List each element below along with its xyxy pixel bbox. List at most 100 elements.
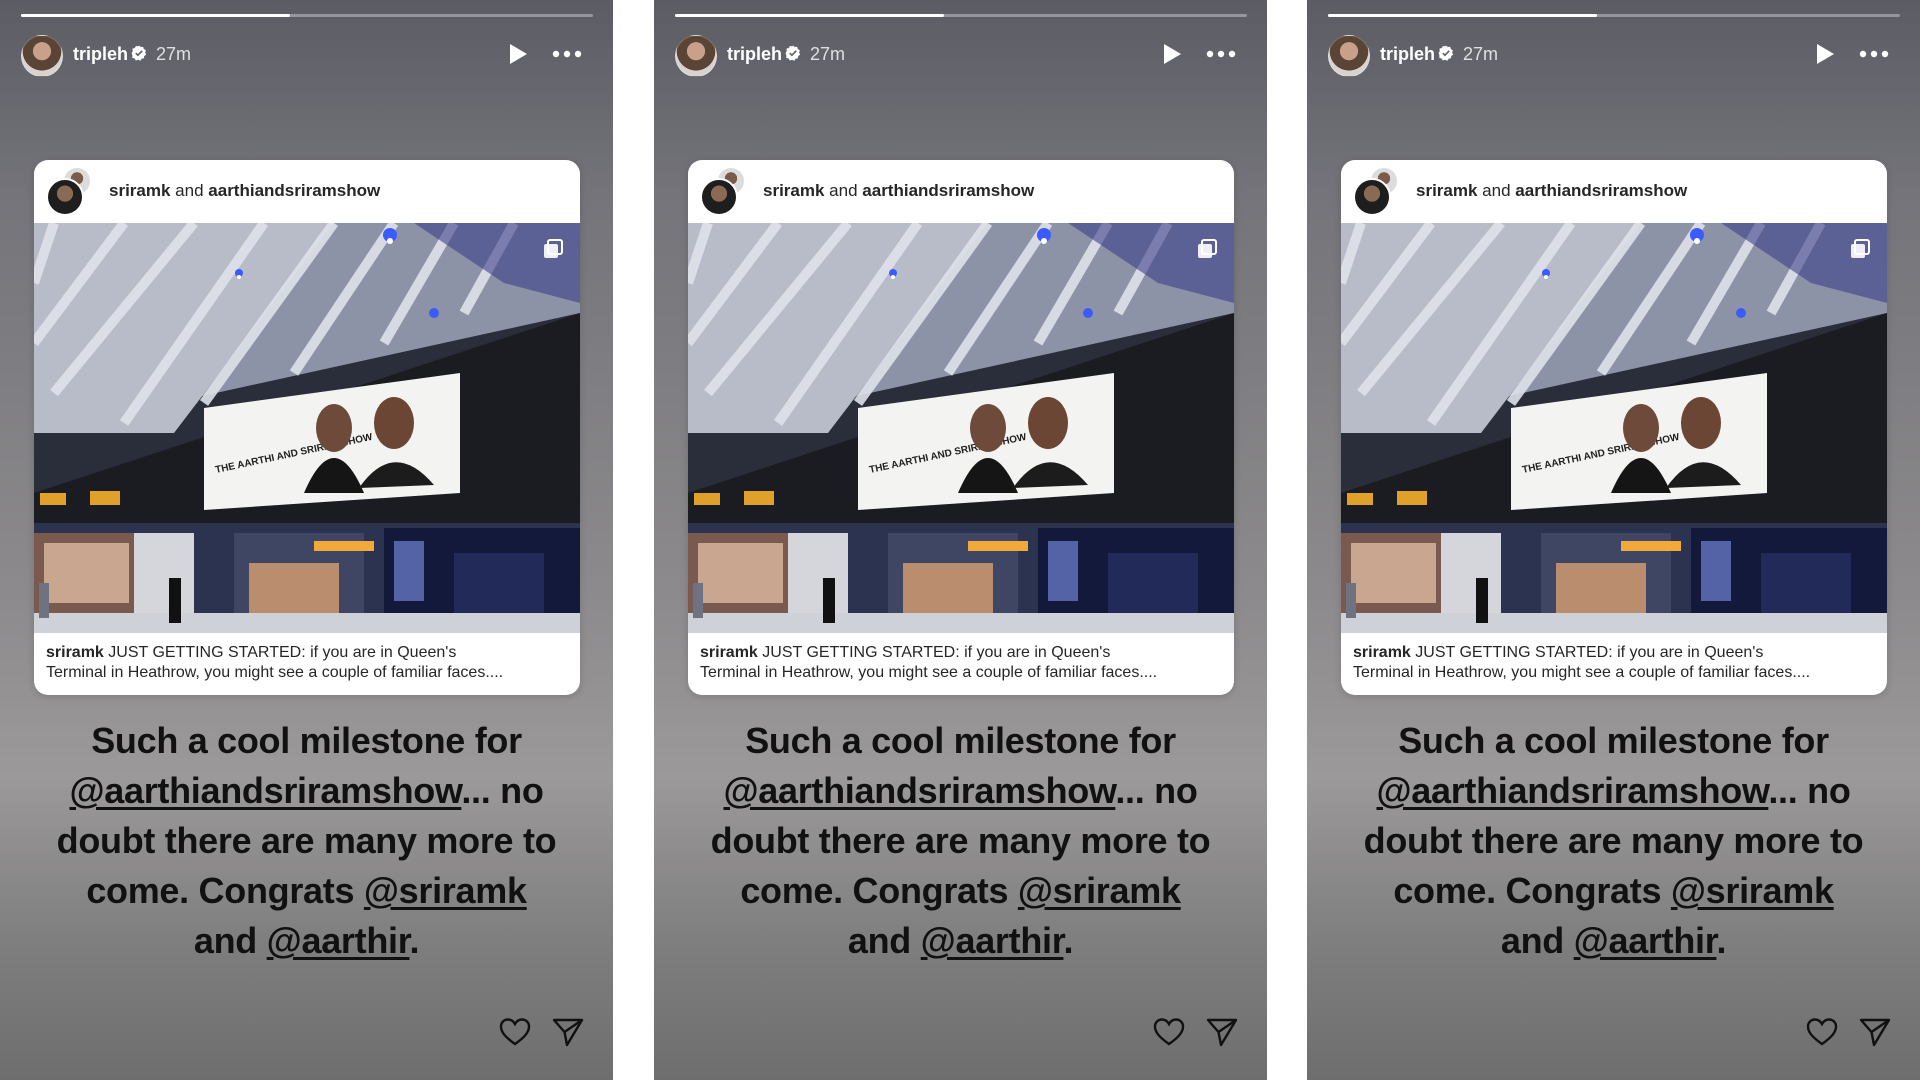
story-text-line-4: come. Congrats [740,870,1018,911]
story-progress-bar [21,14,593,17]
story-text-line-4: come. Congrats [1393,870,1671,911]
send-icon[interactable] [552,1017,584,1047]
story-text: Such a cool milestone for @aarthiandsrir… [20,716,593,966]
play-icon[interactable] [507,42,529,66]
author-joiner: and [1482,181,1511,200]
story-text-end: . [1063,920,1074,961]
story-text-line-2: ... no [1768,770,1851,811]
mention-link[interactable]: @aarthiandsriramshow [69,770,461,811]
caption-line-1: JUST GETTING STARTED: if you are in Quee… [108,644,457,661]
shared-post-authors[interactable]: sriramk and aarthiandsriramshow [763,181,1034,201]
carousel-icon [544,239,563,258]
story-header: tripleh 27m [1328,33,1900,77]
shared-post-caption: sriramk JUST GETTING STARTED: if you are… [700,643,1222,683]
post-time: 27m [156,44,192,64]
author-name: sriramk [109,181,171,200]
shared-post-header: sriramk and aarthiandsriramshow [34,160,580,223]
shared-post-card[interactable]: sriramk and aarthiandsriramshow sriramk … [1341,160,1887,695]
mention-link[interactable]: @aarthiandsriramshow [723,770,1115,811]
story-text-line-1: Such a cool milestone for [91,720,522,761]
author-avatar [1353,178,1391,216]
caption-line-1: JUST GETTING STARTED: if you are in Quee… [762,644,1111,661]
more-options-icon[interactable] [1859,47,1889,61]
shared-post-header: sriramk and aarthiandsriramshow [1341,160,1887,223]
story-text: Such a cool milestone for @aarthiandsrir… [674,716,1247,966]
story-text-line-3: doubt there are many more to [56,820,557,861]
story-text-line-3: doubt there are many more to [1363,820,1864,861]
shared-post-caption: sriramk JUST GETTING STARTED: if you are… [1353,643,1875,683]
story-progress-fill [1328,14,1597,17]
caption-user: sriramk [1353,644,1411,661]
story-text-line-3: doubt there are many more to [710,820,1211,861]
shared-post-header: sriramk and aarthiandsriramshow [688,160,1234,223]
avatar[interactable] [21,35,63,77]
shared-post-card[interactable]: sriramk and aarthiandsriramshow sriramk … [688,160,1234,695]
mention-link[interactable]: @aarthir [921,920,1064,961]
story-panel[interactable]: tripleh 27m sriramk and aarthiandsrirams… [654,0,1267,1080]
story-text-line-2: ... no [1115,770,1198,811]
username[interactable]: tripleh [1380,44,1435,65]
story-text-end: . [409,920,420,961]
story-header: tripleh 27m [675,33,1247,77]
caption-line-2: Terminal in Heathrow, you might see a co… [1353,664,1811,681]
shared-post-image [1341,223,1887,633]
send-icon[interactable] [1859,1017,1891,1047]
story-text-line-5: and [193,920,267,961]
mention-link[interactable]: @aarthir [1574,920,1717,961]
author-avatar [700,178,738,216]
heart-icon[interactable] [499,1017,531,1047]
avatar[interactable] [675,35,717,77]
avatar[interactable] [1328,35,1370,77]
mention-link[interactable]: @aarthiandsriramshow [1376,770,1768,811]
story-text-end: . [1716,920,1727,961]
play-icon[interactable] [1814,42,1836,66]
shared-post-authors[interactable]: sriramk and aarthiandsriramshow [1416,181,1687,201]
caption-user: sriramk [700,644,758,661]
send-icon[interactable] [1206,1017,1238,1047]
carousel-icon [1851,239,1870,258]
caption-line-1: JUST GETTING STARTED: if you are in Quee… [1415,644,1764,661]
play-icon[interactable] [1161,42,1183,66]
mention-link[interactable]: @sriramk [1671,870,1834,911]
heart-icon[interactable] [1806,1017,1838,1047]
more-options-icon[interactable] [552,47,582,61]
mention-link[interactable]: @sriramk [1018,870,1181,911]
shared-post-image [34,223,580,633]
story-text-line-5: and [1500,920,1574,961]
more-options-icon[interactable] [1206,47,1236,61]
caption-line-2: Terminal in Heathrow, you might see a co… [700,664,1158,681]
story-text: Such a cool milestone for @aarthiandsrir… [1327,716,1900,966]
coauthor-name: aarthiandsriramshow [1515,181,1688,200]
story-progress-bar [1328,14,1900,17]
story-panel[interactable]: tripleh 27m sriramk and aarthiandsrirams… [0,0,613,1080]
mention-link[interactable]: @aarthir [267,920,410,961]
verified-badge-icon [785,45,801,61]
mention-link[interactable]: @sriramk [364,870,527,911]
shared-post-authors[interactable]: sriramk and aarthiandsriramshow [109,181,380,201]
story-header: tripleh 27m [21,33,593,77]
author-name: sriramk [1416,181,1478,200]
story-progress-bar [675,14,1247,17]
coauthor-name: aarthiandsriramshow [208,181,381,200]
verified-badge-icon [1438,45,1454,61]
carousel-icon [1198,239,1217,258]
author-avatar [46,178,84,216]
username[interactable]: tripleh [727,44,782,65]
shared-post-image [688,223,1234,633]
username[interactable]: tripleh [73,44,128,65]
story-text-line-4: come. Congrats [86,870,364,911]
caption-line-2: Terminal in Heathrow, you might see a co… [46,664,504,681]
post-time: 27m [1463,44,1499,64]
story-progress-fill [675,14,944,17]
story-panel[interactable]: tripleh 27m sriramk and aarthiandsrirams… [1307,0,1920,1080]
author-joiner: and [829,181,858,200]
coauthor-name: aarthiandsriramshow [862,181,1035,200]
author-name: sriramk [763,181,825,200]
shared-post-card[interactable]: sriramk and aarthiandsriramshow sriramk … [34,160,580,695]
shared-post-caption: sriramk JUST GETTING STARTED: if you are… [46,643,568,683]
verified-badge-icon [131,45,147,61]
story-text-line-2: ... no [461,770,544,811]
heart-icon[interactable] [1153,1017,1185,1047]
author-joiner: and [175,181,204,200]
story-text-line-1: Such a cool milestone for [1398,720,1829,761]
